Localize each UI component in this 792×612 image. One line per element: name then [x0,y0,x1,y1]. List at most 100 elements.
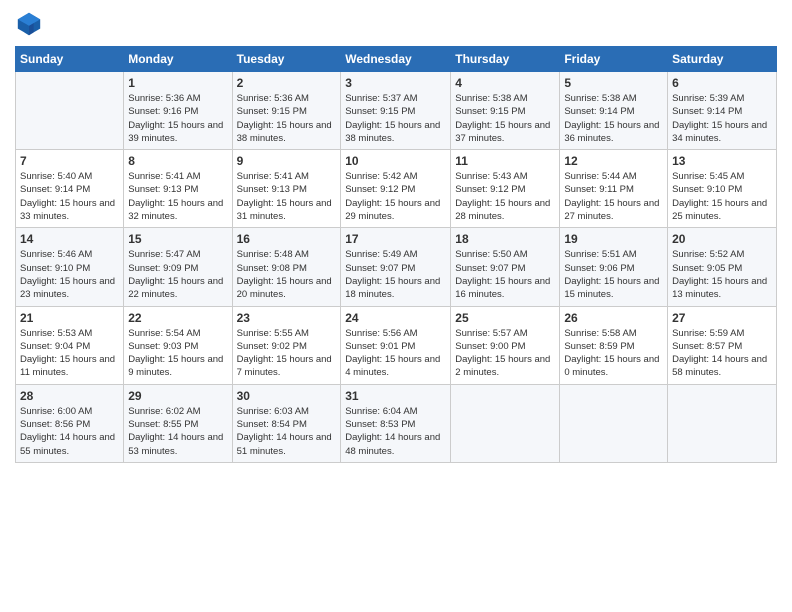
col-header-friday: Friday [560,47,668,72]
day-cell [668,384,777,462]
day-info: Sunrise: 5:36 AMSunset: 9:16 PMDaylight:… [128,92,227,145]
day-cell: 19 Sunrise: 5:51 AMSunset: 9:06 PMDayligh… [560,228,668,306]
day-info: Sunrise: 5:49 AMSunset: 9:07 PMDaylight:… [345,248,446,301]
day-info: Sunrise: 6:00 AMSunset: 8:56 PMDaylight:… [20,405,119,458]
day-number: 28 [20,389,119,403]
calendar-table: SundayMondayTuesdayWednesdayThursdayFrid… [15,46,777,463]
day-info: Sunrise: 5:58 AMSunset: 8:59 PMDaylight:… [564,327,663,380]
day-info: Sunrise: 5:46 AMSunset: 9:10 PMDaylight:… [20,248,119,301]
day-number: 9 [237,154,337,168]
day-info: Sunrise: 5:42 AMSunset: 9:12 PMDaylight:… [345,170,446,223]
day-number: 26 [564,311,663,325]
day-info: Sunrise: 5:55 AMSunset: 9:02 PMDaylight:… [237,327,337,380]
day-cell: 8Sunrise: 5:41 AMSunset: 9:13 PMDaylight… [124,150,232,228]
day-cell: 9 Sunrise: 5:41 AMSunset: 9:13 PMDaylight… [232,150,341,228]
day-info: Sunrise: 5:59 AMSunset: 8:57 PMDaylight:… [672,327,772,380]
day-number: 27 [672,311,772,325]
day-info: Sunrise: 5:40 AMSunset: 9:14 PMDaylight:… [20,170,119,223]
col-header-thursday: Thursday [451,47,560,72]
week-row-1: 1 Sunrise: 5:36 AMSunset: 9:16 PMDaylight… [16,72,777,150]
day-info: Sunrise: 5:56 AMSunset: 9:01 PMDaylight:… [345,327,446,380]
header [15,10,777,38]
day-cell: 25Sunrise: 5:57 AMSunset: 9:00 PMDayligh… [451,306,560,384]
day-info: Sunrise: 5:36 AMSunset: 9:15 PMDaylight:… [237,92,337,145]
header-row: SundayMondayTuesdayWednesdayThursdayFrid… [16,47,777,72]
day-number: 20 [672,232,772,246]
day-cell: 29 Sunrise: 6:02 AMSunset: 8:55 PMDayligh… [124,384,232,462]
day-cell: 31 Sunrise: 6:04 AMSunset: 8:53 PMDayligh… [341,384,451,462]
week-row-2: 7 Sunrise: 5:40 AMSunset: 9:14 PMDaylight… [16,150,777,228]
day-info: Sunrise: 6:04 AMSunset: 8:53 PMDaylight:… [345,405,446,458]
day-number: 31 [345,389,446,403]
day-number: 1 [128,76,227,90]
day-number: 4 [455,76,555,90]
day-cell: 23 Sunrise: 5:55 AMSunset: 9:02 PMDayligh… [232,306,341,384]
col-header-wednesday: Wednesday [341,47,451,72]
week-row-5: 28 Sunrise: 6:00 AMSunset: 8:56 PMDayligh… [16,384,777,462]
day-number: 2 [237,76,337,90]
day-info: Sunrise: 5:47 AMSunset: 9:09 PMDaylight:… [128,248,227,301]
day-cell: 26 Sunrise: 5:58 AMSunset: 8:59 PMDayligh… [560,306,668,384]
day-cell: 7 Sunrise: 5:40 AMSunset: 9:14 PMDaylight… [16,150,124,228]
day-number: 16 [237,232,337,246]
day-cell: 12Sunrise: 5:44 AMSunset: 9:11 PMDayligh… [560,150,668,228]
day-number: 11 [455,154,555,168]
day-cell: 10 Sunrise: 5:42 AMSunset: 9:12 PMDayligh… [341,150,451,228]
day-info: Sunrise: 6:03 AMSunset: 8:54 PMDaylight:… [237,405,337,458]
day-info: Sunrise: 5:53 AMSunset: 9:04 PMDaylight:… [20,327,119,380]
day-cell: 27 Sunrise: 5:59 AMSunset: 8:57 PMDayligh… [668,306,777,384]
day-cell: 1 Sunrise: 5:36 AMSunset: 9:16 PMDaylight… [124,72,232,150]
col-header-sunday: Sunday [16,47,124,72]
day-number: 10 [345,154,446,168]
day-number: 29 [128,389,227,403]
day-cell: 24 Sunrise: 5:56 AMSunset: 9:01 PMDayligh… [341,306,451,384]
day-number: 19 [564,232,663,246]
day-cell: 21 Sunrise: 5:53 AMSunset: 9:04 PMDayligh… [16,306,124,384]
day-cell: 11 Sunrise: 5:43 AMSunset: 9:12 PMDayligh… [451,150,560,228]
day-cell: 5Sunrise: 5:38 AMSunset: 9:14 PMDaylight… [560,72,668,150]
day-number: 23 [237,311,337,325]
day-cell [560,384,668,462]
day-number: 22 [128,311,227,325]
day-number: 30 [237,389,337,403]
day-cell: 6 Sunrise: 5:39 AMSunset: 9:14 PMDaylight… [668,72,777,150]
day-cell: 16 Sunrise: 5:48 AMSunset: 9:08 PMDayligh… [232,228,341,306]
day-info: Sunrise: 6:02 AMSunset: 8:55 PMDaylight:… [128,405,227,458]
day-cell: 14Sunrise: 5:46 AMSunset: 9:10 PMDayligh… [16,228,124,306]
day-cell: 15Sunrise: 5:47 AMSunset: 9:09 PMDayligh… [124,228,232,306]
day-info: Sunrise: 5:38 AMSunset: 9:15 PMDaylight:… [455,92,555,145]
day-info: Sunrise: 5:43 AMSunset: 9:12 PMDaylight:… [455,170,555,223]
day-cell: 22Sunrise: 5:54 AMSunset: 9:03 PMDayligh… [124,306,232,384]
page-container: SundayMondayTuesdayWednesdayThursdayFrid… [0,0,792,473]
day-info: Sunrise: 5:48 AMSunset: 9:08 PMDaylight:… [237,248,337,301]
day-number: 18 [455,232,555,246]
day-info: Sunrise: 5:51 AMSunset: 9:06 PMDaylight:… [564,248,663,301]
day-cell [16,72,124,150]
day-info: Sunrise: 5:37 AMSunset: 9:15 PMDaylight:… [345,92,446,145]
day-number: 21 [20,311,119,325]
day-number: 7 [20,154,119,168]
day-cell: 3Sunrise: 5:37 AMSunset: 9:15 PMDaylight… [341,72,451,150]
day-cell: 2 Sunrise: 5:36 AMSunset: 9:15 PMDaylight… [232,72,341,150]
day-cell: 20Sunrise: 5:52 AMSunset: 9:05 PMDayligh… [668,228,777,306]
day-info: Sunrise: 5:44 AMSunset: 9:11 PMDaylight:… [564,170,663,223]
day-info: Sunrise: 5:38 AMSunset: 9:14 PMDaylight:… [564,92,663,145]
day-number: 6 [672,76,772,90]
day-info: Sunrise: 5:39 AMSunset: 9:14 PMDaylight:… [672,92,772,145]
day-number: 25 [455,311,555,325]
col-header-tuesday: Tuesday [232,47,341,72]
day-cell: 4 Sunrise: 5:38 AMSunset: 9:15 PMDaylight… [451,72,560,150]
day-info: Sunrise: 5:41 AMSunset: 9:13 PMDaylight:… [128,170,227,223]
day-number: 17 [345,232,446,246]
day-cell [451,384,560,462]
day-info: Sunrise: 5:41 AMSunset: 9:13 PMDaylight:… [237,170,337,223]
logo-icon [15,10,43,38]
day-info: Sunrise: 5:45 AMSunset: 9:10 PMDaylight:… [672,170,772,223]
day-cell: 30 Sunrise: 6:03 AMSunset: 8:54 PMDayligh… [232,384,341,462]
day-info: Sunrise: 5:50 AMSunset: 9:07 PMDaylight:… [455,248,555,301]
day-cell: 13Sunrise: 5:45 AMSunset: 9:10 PMDayligh… [668,150,777,228]
day-cell: 18 Sunrise: 5:50 AMSunset: 9:07 PMDayligh… [451,228,560,306]
col-header-monday: Monday [124,47,232,72]
day-number: 24 [345,311,446,325]
day-cell: 28 Sunrise: 6:00 AMSunset: 8:56 PMDayligh… [16,384,124,462]
